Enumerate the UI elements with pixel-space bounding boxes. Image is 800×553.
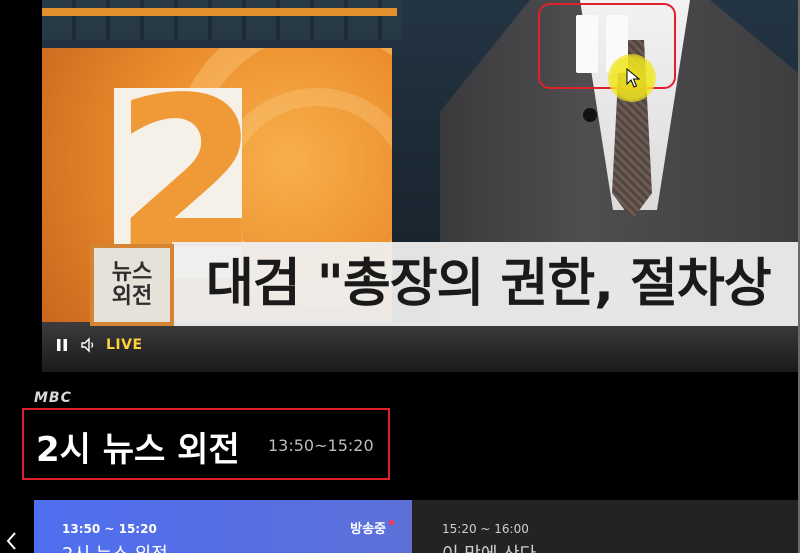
studio-backdrop xyxy=(42,0,402,40)
on-air-dot xyxy=(389,520,394,525)
schedule-item-title: 이 맛에 산다 xyxy=(442,540,536,553)
program-logo-text: 뉴스외전 xyxy=(111,260,153,309)
chevron-left-icon xyxy=(6,532,16,550)
schedule-prev-button[interactable] xyxy=(4,530,24,552)
schedule-item-title: 2시 뉴스 외전 xyxy=(62,540,168,553)
live-indicator: LIVE xyxy=(106,337,143,353)
player-controls: LIVE xyxy=(42,330,800,360)
video-player[interactable]: 2 대검 "총장의 권한, 절차상 뉴스외전 LIVE xyxy=(42,0,800,372)
lapel-mic xyxy=(583,108,597,122)
schedule-item-time: 13:50 ~ 15:20 xyxy=(62,522,157,536)
volume-icon[interactable] xyxy=(80,337,96,353)
channel-logo: MBC xyxy=(34,390,72,406)
schedule-item-time: 15:20 ~ 16:00 xyxy=(442,522,529,536)
pause-icon xyxy=(576,15,598,73)
schedule-item-next[interactable]: 15:20 ~ 16:00 이 맛에 산다 xyxy=(412,500,800,553)
schedule-item-current[interactable]: 13:50 ~ 15:20 2시 뉴스 외전 방송중 xyxy=(34,500,412,553)
news-caption-text: 대검 "총장의 권한, 절차상 xyxy=(206,254,772,314)
program-logo: 뉴스외전 xyxy=(90,244,174,326)
on-air-badge: 방송중 xyxy=(350,522,386,537)
program-time: 13:50~15:20 xyxy=(268,436,374,455)
program-title: 2시 뉴스 외전 xyxy=(36,430,240,470)
pause-icon[interactable] xyxy=(54,337,70,353)
program-title-box: 2시 뉴스 외전 13:50~15:20 xyxy=(22,408,390,480)
cursor-arrow-icon xyxy=(626,68,640,88)
news-caption: 대검 "총장의 권한, 절차상 xyxy=(172,242,800,326)
mouse-cursor-highlight xyxy=(608,54,656,102)
studio-monitor-strip xyxy=(42,8,397,16)
